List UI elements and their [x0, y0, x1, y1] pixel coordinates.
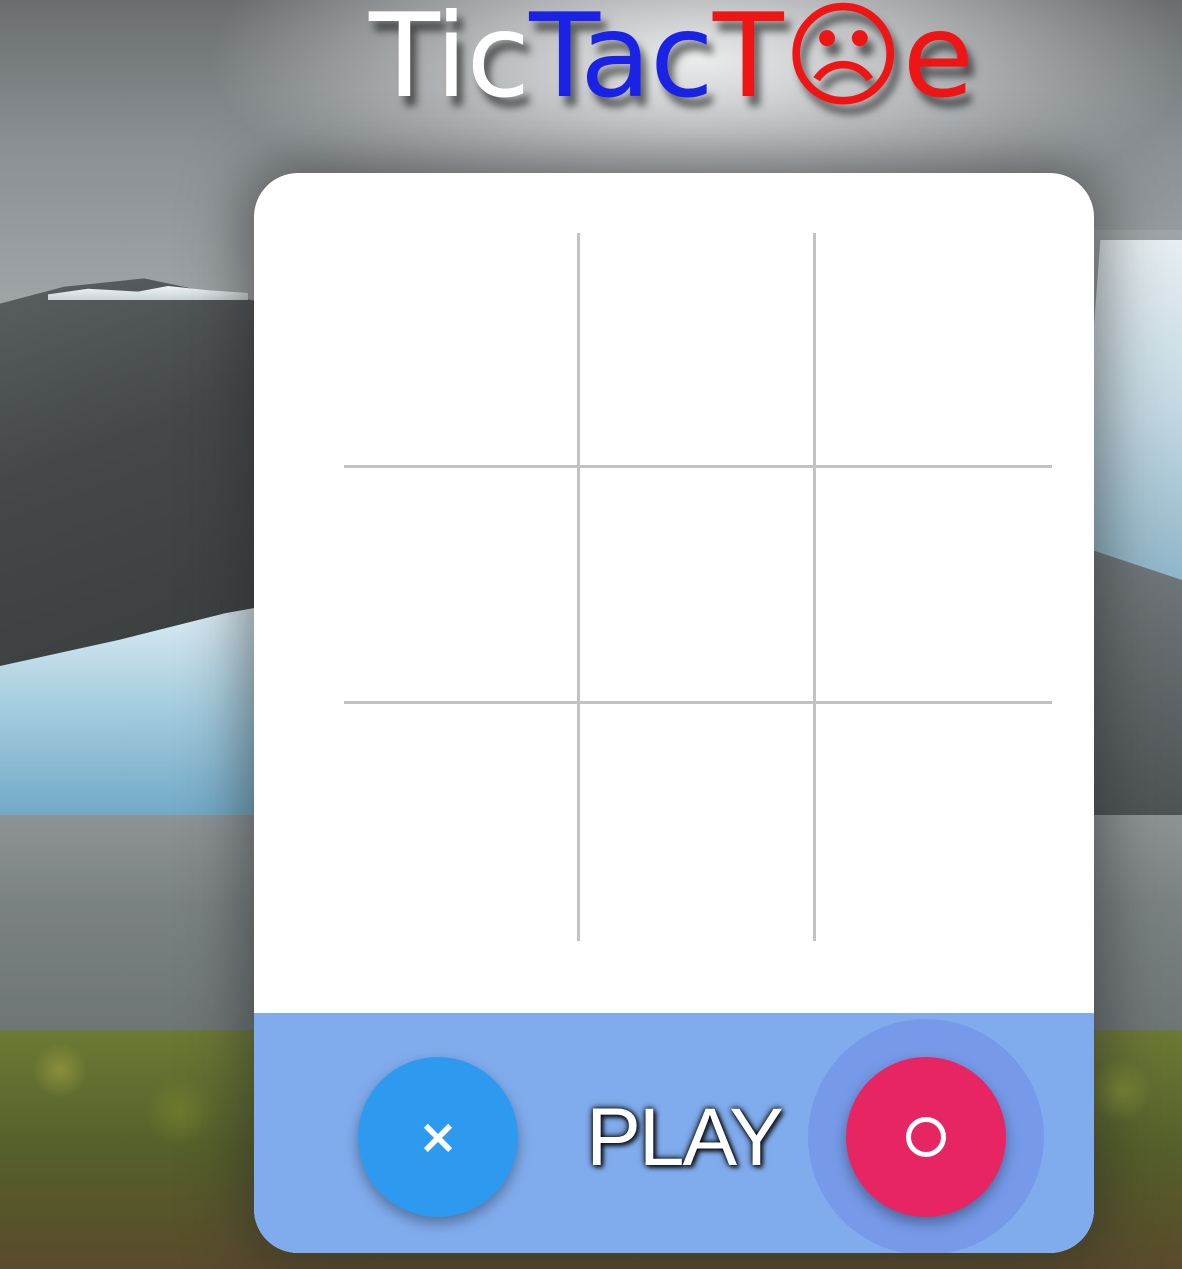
title-tic: Tic — [369, 0, 530, 124]
control-bar: × PLAY — [254, 1013, 1094, 1253]
board-cell-7[interactable] — [344, 707, 578, 941]
grid-line-vertical-1 — [577, 233, 580, 941]
title-e: e — [902, 0, 974, 124]
board-cell-1[interactable] — [344, 233, 578, 467]
board-cell-3[interactable] — [818, 233, 1052, 467]
game-screen: TicTacT☹e × PLAY — [0, 0, 1182, 1269]
board-cell-8[interactable] — [581, 707, 815, 941]
game-title: TicTacT☹e — [80, 0, 1182, 122]
title-tac: Tac — [529, 0, 714, 124]
grid-line-horizontal-2 — [344, 701, 1052, 704]
x-icon: × — [417, 1109, 459, 1165]
tic-tac-toe-board — [344, 233, 1052, 941]
grid-line-horizontal-1 — [344, 465, 1052, 468]
board-cell-9[interactable] — [818, 707, 1052, 941]
board-card: × PLAY — [254, 173, 1094, 1253]
board-cell-4[interactable] — [344, 470, 578, 704]
board-cell-2[interactable] — [581, 233, 815, 467]
play-as-x-button[interactable]: × — [358, 1057, 518, 1217]
play-as-o-button[interactable] — [846, 1057, 1006, 1217]
title-t: T — [712, 0, 784, 124]
board-cell-5[interactable] — [581, 470, 815, 704]
o-icon — [906, 1117, 946, 1157]
sad-face-icon: ☹ — [782, 0, 904, 124]
play-button[interactable]: PLAY — [574, 1093, 794, 1183]
board-cell-6[interactable] — [818, 470, 1052, 704]
grid-line-vertical-2 — [813, 233, 816, 941]
